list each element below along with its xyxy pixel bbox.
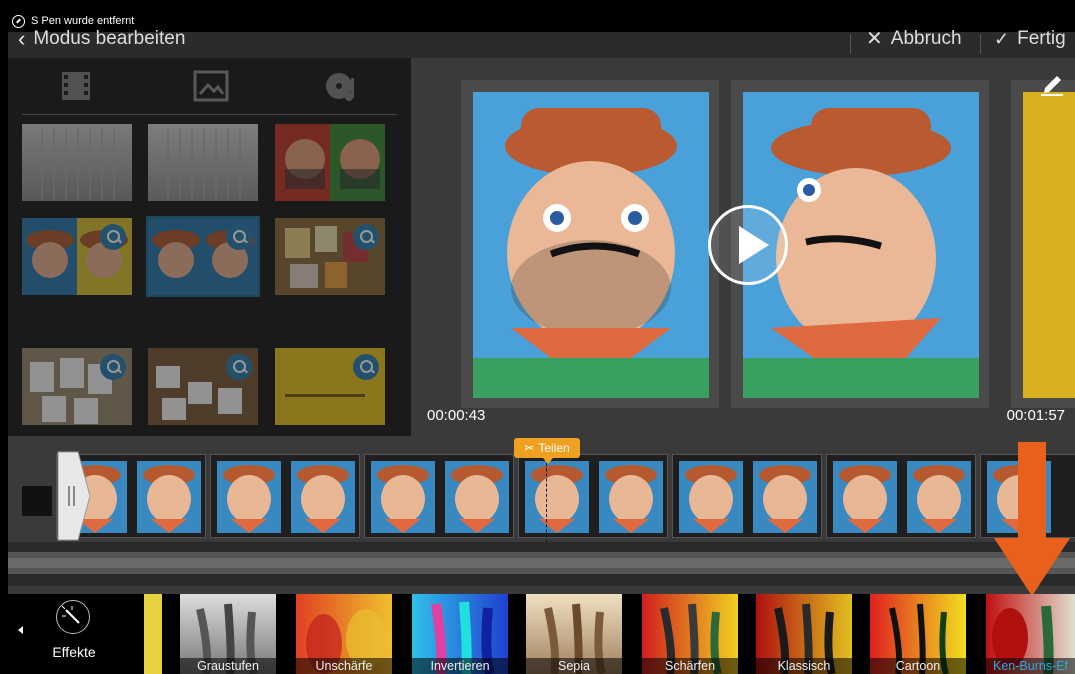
timeline-clip[interactable] — [518, 454, 668, 538]
zoom-icon[interactable] — [100, 354, 126, 380]
app-frame: S Pen wurde entfernt ‹ Modus bearbeiten … — [8, 10, 1075, 674]
effect-thumbnail-partial[interactable] — [144, 594, 162, 674]
status-notification: S Pen wurde entfernt — [31, 15, 135, 27]
zoom-icon[interactable] — [353, 224, 379, 250]
video-preview[interactable]: 00:00:43 00:01:57 — [411, 58, 1075, 436]
media-thumbnail[interactable] — [275, 218, 385, 295]
effect-label: Graustufen — [180, 658, 276, 674]
effect-schaerfen[interactable]: Schärfen — [642, 594, 738, 674]
cancel-label: Abbruch — [890, 28, 962, 49]
zoom-icon[interactable] — [100, 224, 126, 250]
effect-sepia[interactable]: Sepia — [526, 594, 622, 674]
divider — [850, 34, 851, 54]
effect-invertieren[interactable]: Invertieren — [412, 594, 508, 674]
media-thumbnail[interactable] — [148, 124, 258, 201]
current-time: 00:00:43 — [427, 407, 486, 424]
zoom-icon[interactable] — [353, 354, 379, 380]
image-tab-icon[interactable] — [191, 70, 231, 102]
split-label: Teilen — [538, 441, 570, 455]
effect-label: Cartoon — [870, 658, 966, 674]
media-thumbnail[interactable] — [22, 218, 132, 295]
action-bar: ‹ Modus bearbeiten ✕ Abbruch ✓ Fertig — [8, 26, 1075, 58]
timeline-clip[interactable] — [826, 454, 976, 538]
media-thumbnail[interactable] — [275, 348, 385, 425]
back-button[interactable]: ‹ Modus bearbeiten — [18, 26, 186, 58]
divider — [22, 114, 397, 115]
effect-ken-burns[interactable]: Ken-Burns-Ef — [986, 594, 1075, 674]
music-tab-icon[interactable] — [324, 70, 364, 102]
media-thumbnail[interactable] — [148, 348, 258, 425]
done-button[interactable]: ✓ Fertig — [994, 28, 1066, 58]
effect-label: Schärfen — [642, 658, 738, 674]
scissors-icon: ✂ — [524, 441, 535, 455]
split-button[interactable]: ✂ Teilen — [514, 438, 580, 464]
timeline-clip[interactable] — [364, 454, 514, 538]
timeline-clip[interactable] — [210, 454, 360, 538]
total-time: 00:01:57 — [1006, 407, 1065, 424]
divider — [980, 34, 981, 54]
play-button[interactable] — [708, 205, 788, 285]
chevron-left-icon[interactable] — [18, 626, 23, 634]
annotation-arrow-icon — [994, 442, 1070, 596]
effect-cartoon[interactable]: Cartoon — [870, 594, 966, 674]
done-label: Fertig — [1017, 28, 1066, 49]
video-tab-icon[interactable] — [56, 70, 96, 102]
edit-pencil-icon[interactable] — [1039, 70, 1065, 96]
timeline-clip[interactable] — [672, 454, 822, 538]
effect-klassisch[interactable]: Klassisch — [756, 594, 852, 674]
media-tabs — [8, 58, 411, 115]
check-icon: ✓ — [994, 29, 1010, 49]
audio-waveform[interactable] — [8, 542, 1075, 586]
effects-bar: Effekte Graustufen Unschärfe Invertieren… — [8, 594, 1075, 674]
cancel-button[interactable]: ✕ Abbruch — [866, 28, 962, 58]
chevron-left-icon: ‹ — [18, 26, 26, 51]
stop-button[interactable] — [22, 486, 52, 516]
zoom-icon[interactable] — [226, 354, 252, 380]
media-thumbnail[interactable] — [22, 348, 132, 425]
effect-label: Ken-Burns-Ef — [986, 658, 1075, 674]
effect-label: Invertieren — [412, 658, 508, 674]
trim-handle[interactable] — [56, 450, 90, 542]
back-label: Modus bearbeiten — [33, 28, 186, 49]
effects-label: Effekte — [52, 644, 96, 660]
effect-unschaerfe[interactable]: Unschärfe — [296, 594, 392, 674]
zoom-icon[interactable] — [226, 224, 252, 250]
close-icon: ✕ — [866, 28, 883, 50]
media-thumbnail[interactable] — [275, 124, 385, 201]
clip-strip[interactable]: ✂ Teilen — [8, 438, 1075, 568]
media-thumbnail[interactable] — [146, 216, 260, 297]
effect-label: Unschärfe — [296, 658, 392, 674]
effect-graustufen[interactable]: Graustufen — [180, 594, 276, 674]
timeline[interactable]: ✂ Teilen — [8, 436, 1075, 594]
effect-label: Klassisch — [756, 658, 852, 674]
media-thumbnail[interactable] — [22, 124, 132, 201]
effect-label: Sepia — [526, 658, 622, 674]
magic-wand-icon[interactable] — [56, 600, 90, 634]
media-browser — [8, 58, 411, 436]
